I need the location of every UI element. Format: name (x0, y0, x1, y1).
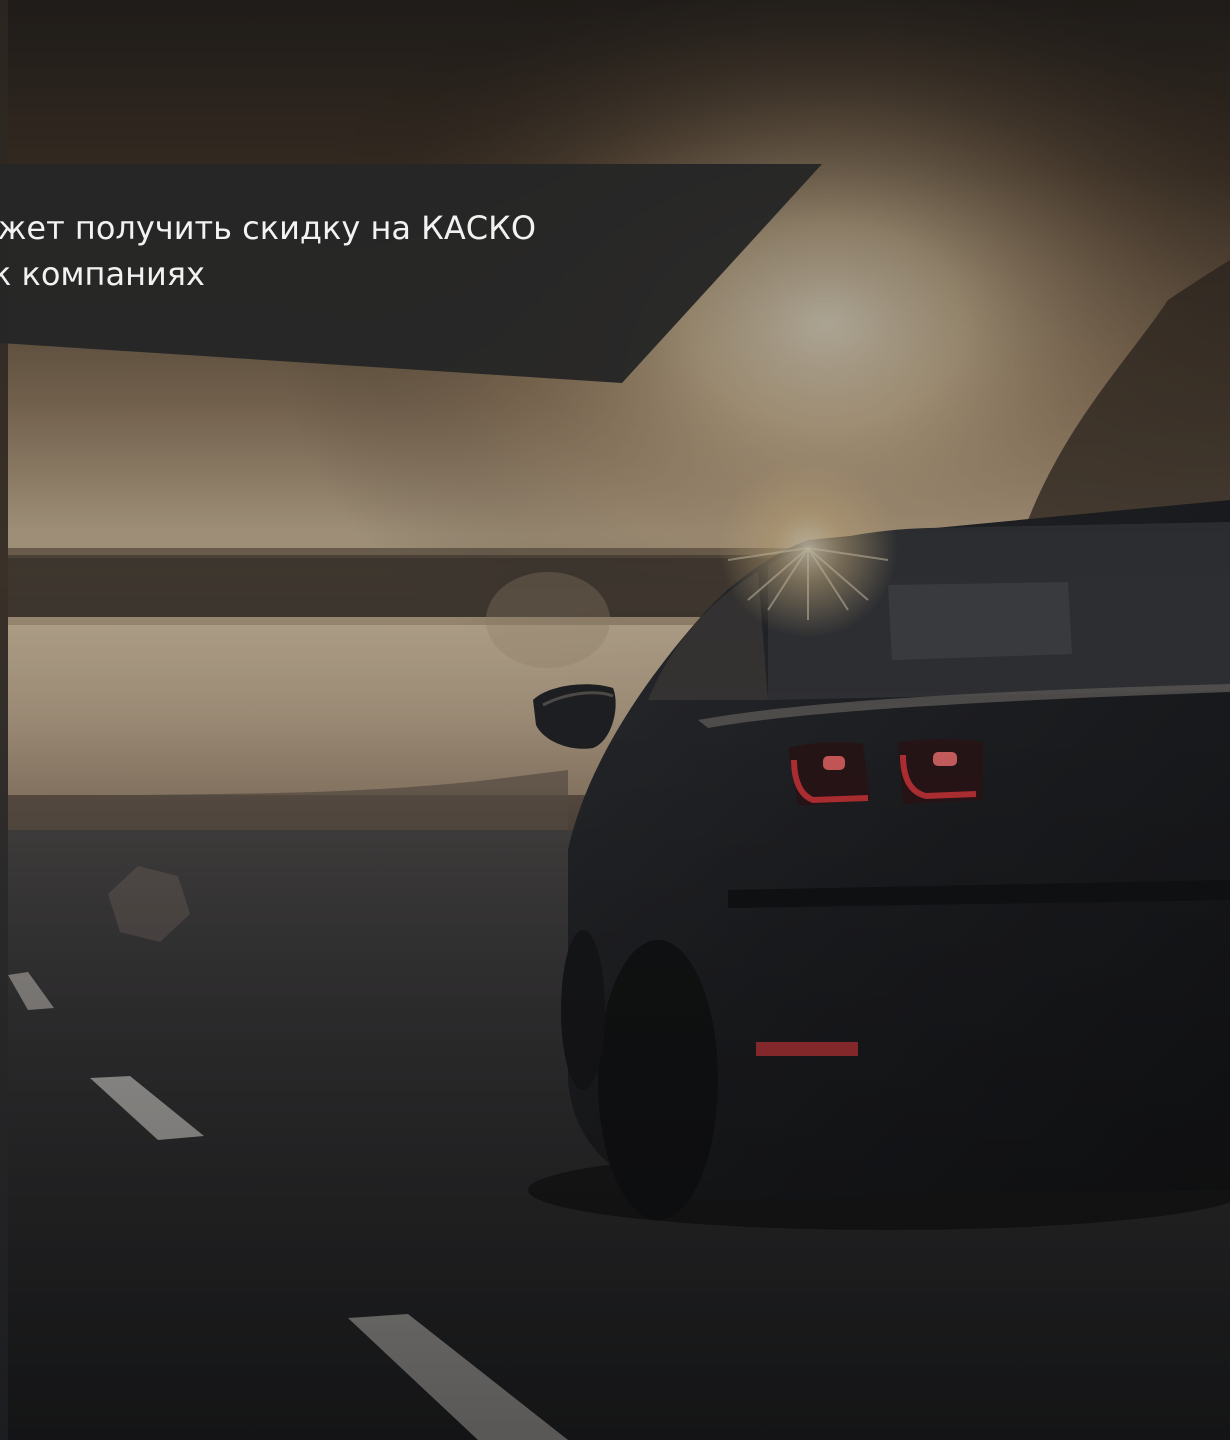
promo-banner-text: ожет получить скидку на КАСКО к компания… (0, 205, 740, 297)
promo-line-1: ожет получить скидку на КАСКО (0, 209, 537, 247)
promo-line-2: к компаниях (0, 255, 205, 293)
hero-slide: ожет получить скидку на КАСКО к компания… (0, 0, 1230, 1440)
